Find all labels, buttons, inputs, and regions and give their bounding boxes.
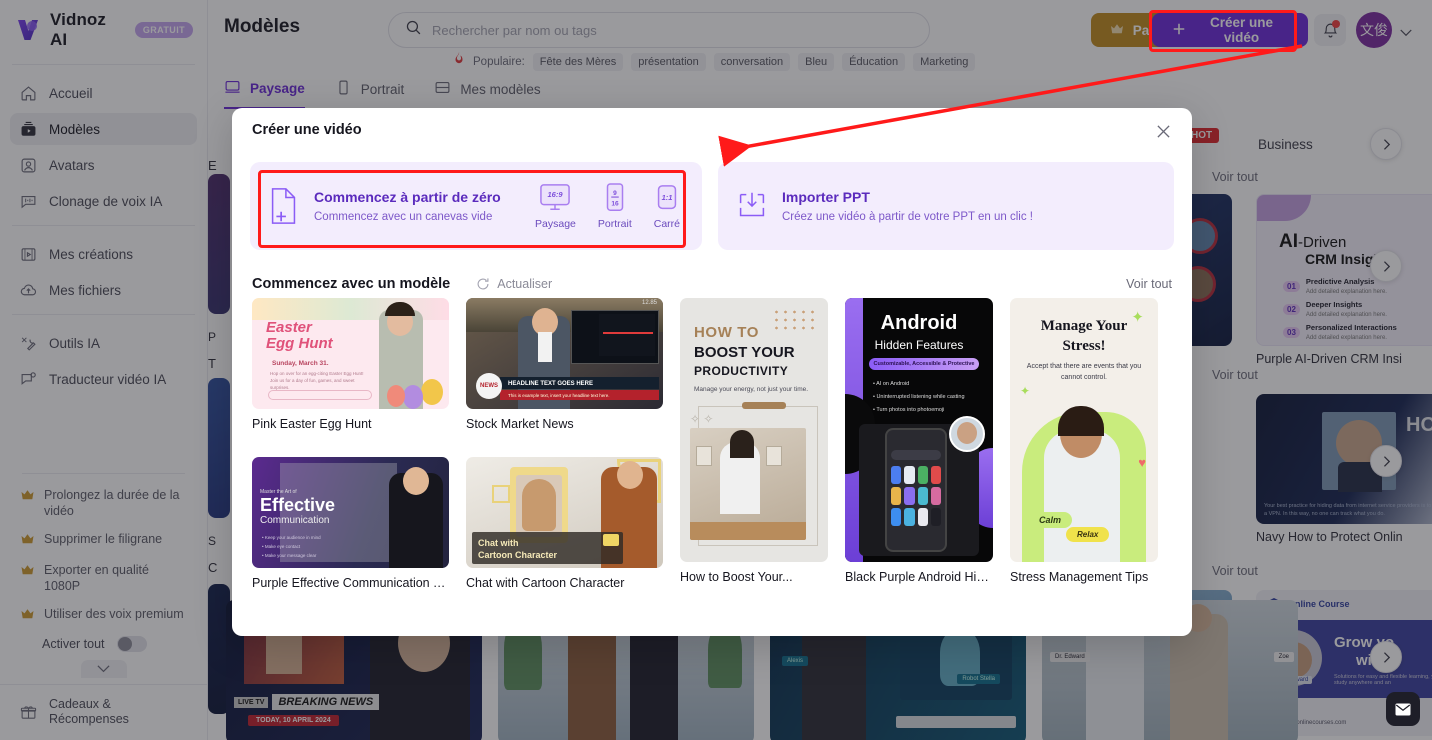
template-card-cartoon-chat[interactable]: Chat with Cartoon Character Chat with Ca… [466,457,663,590]
template-card-purple-effective[interactable]: Master the Art of Effective Communicatio… [252,457,449,590]
templates-section-title: Commencez avec un modèle [252,276,451,292]
refresh-label: Actualiser [497,277,553,291]
template-label: Purple Effective Communication Tips [252,576,449,590]
import-ppt-icon [728,187,776,225]
ppt-subtitle: Créez une vidéo à partir de votre PPT en… [782,211,1034,223]
template-thumbnail: HOW TO BOOST YOUR PRODUCTIVITY Manage yo… [680,298,828,562]
scratch-title: Commencez à partir de zéro [314,189,501,205]
import-ppt-option[interactable]: Importer PPT Créez une vidéo à partir de… [718,162,1174,250]
svg-text:16:9: 16:9 [548,190,564,199]
start-from-scratch-option[interactable]: Commencez à partir de zéro Commencez ave… [250,162,702,250]
template-card-stock-market[interactable]: 12.85 HEADLINE TEXT GOES HERE This is ex… [466,298,663,431]
template-card-boost-productivity[interactable]: HOW TO BOOST YOUR PRODUCTIVITY Manage yo… [680,298,828,584]
ppt-title: Importer PPT [782,189,870,205]
app-root: Vidnoz AI GRATUIT Accueil Modèles Avatar… [0,0,1432,740]
ratio-paysage[interactable]: 16:9 Paysage [535,183,576,230]
svg-text:9: 9 [613,190,617,197]
close-icon[interactable] [1152,120,1174,142]
template-card-pink-easter[interactable]: Easter Egg Hunt Sunday, March 31. Hop on … [252,298,449,431]
svg-text:1:1: 1:1 [661,192,672,201]
template-label: Stress Management Tips [1010,570,1149,584]
template-column: 12.85 HEADLINE TEXT GOES HERE This is ex… [466,298,663,590]
ratio-label: Paysage [535,217,576,230]
template-column: Easter Egg Hunt Sunday, March 31. Hop on … [252,298,449,590]
ratio-options: 16:9 Paysage 9 16 Portrait 1:1 Carré [535,182,680,230]
template-thumbnail: Chat with Cartoon Character [466,457,663,568]
template-card-android-hidden[interactable]: Android Hidden Features Customizable, Ac… [845,298,993,584]
template-column: HOW TO BOOST YOUR PRODUCTIVITY Manage yo… [680,298,828,590]
ratio-label: Carré [653,217,680,230]
template-label: Stock Market News [466,417,574,431]
template-label: How to Boost Your... [680,570,793,584]
chat-support-button[interactable] [1386,692,1420,726]
create-options: Commencez à partir de zéro Commencez ave… [250,162,1174,250]
template-thumbnail: Easter Egg Hunt Sunday, March 31. Hop on … [252,298,449,409]
template-card-stress-management[interactable]: ✦ ✦ Manage Your Stress! Accept that ther… [1010,298,1158,584]
create-video-modal: Créer une vidéo Commencez à partir de zé… [232,108,1192,636]
templates-voir-tout[interactable]: Voir tout [1126,277,1172,291]
blank-canvas-icon [260,187,308,225]
template-label: Black Purple Android Hidde... [845,570,993,584]
refresh-button[interactable]: Actualiser [476,277,552,291]
template-thumbnail: Android Hidden Features Customizable, Ac… [845,298,993,562]
scratch-text: Commencez à partir de zéro Commencez ave… [314,189,501,223]
template-thumbnail: ✦ ✦ Manage Your Stress! Accept that ther… [1010,298,1158,562]
ratio-label: Portrait [597,217,632,230]
svg-text:16: 16 [611,200,619,207]
template-label: Chat with Cartoon Character [466,576,625,590]
ppt-text: Importer PPT Créez une vidéo à partir de… [782,189,1033,223]
template-thumbnail: Master the Art of Effective Communicatio… [252,457,449,568]
template-column: ✦ ✦ Manage Your Stress! Accept that ther… [1010,298,1158,590]
template-thumbnail: 12.85 HEADLINE TEXT GOES HERE This is ex… [466,298,663,409]
templates-section-header: Commencez avec un modèle Actualiser Voir… [252,276,1172,292]
template-column: Android Hidden Features Customizable, Ac… [845,298,993,590]
modal-title: Créer une vidéo [252,122,362,138]
templates-grid: Easter Egg Hunt Sunday, March 31. Hop on … [252,298,1172,590]
ratio-portrait[interactable]: 9 16 Portrait [597,182,632,230]
template-label: Pink Easter Egg Hunt [252,417,372,431]
ratio-carre[interactable]: 1:1 Carré [654,183,680,230]
scratch-subtitle: Commencez avec un canevas vide [314,211,493,223]
